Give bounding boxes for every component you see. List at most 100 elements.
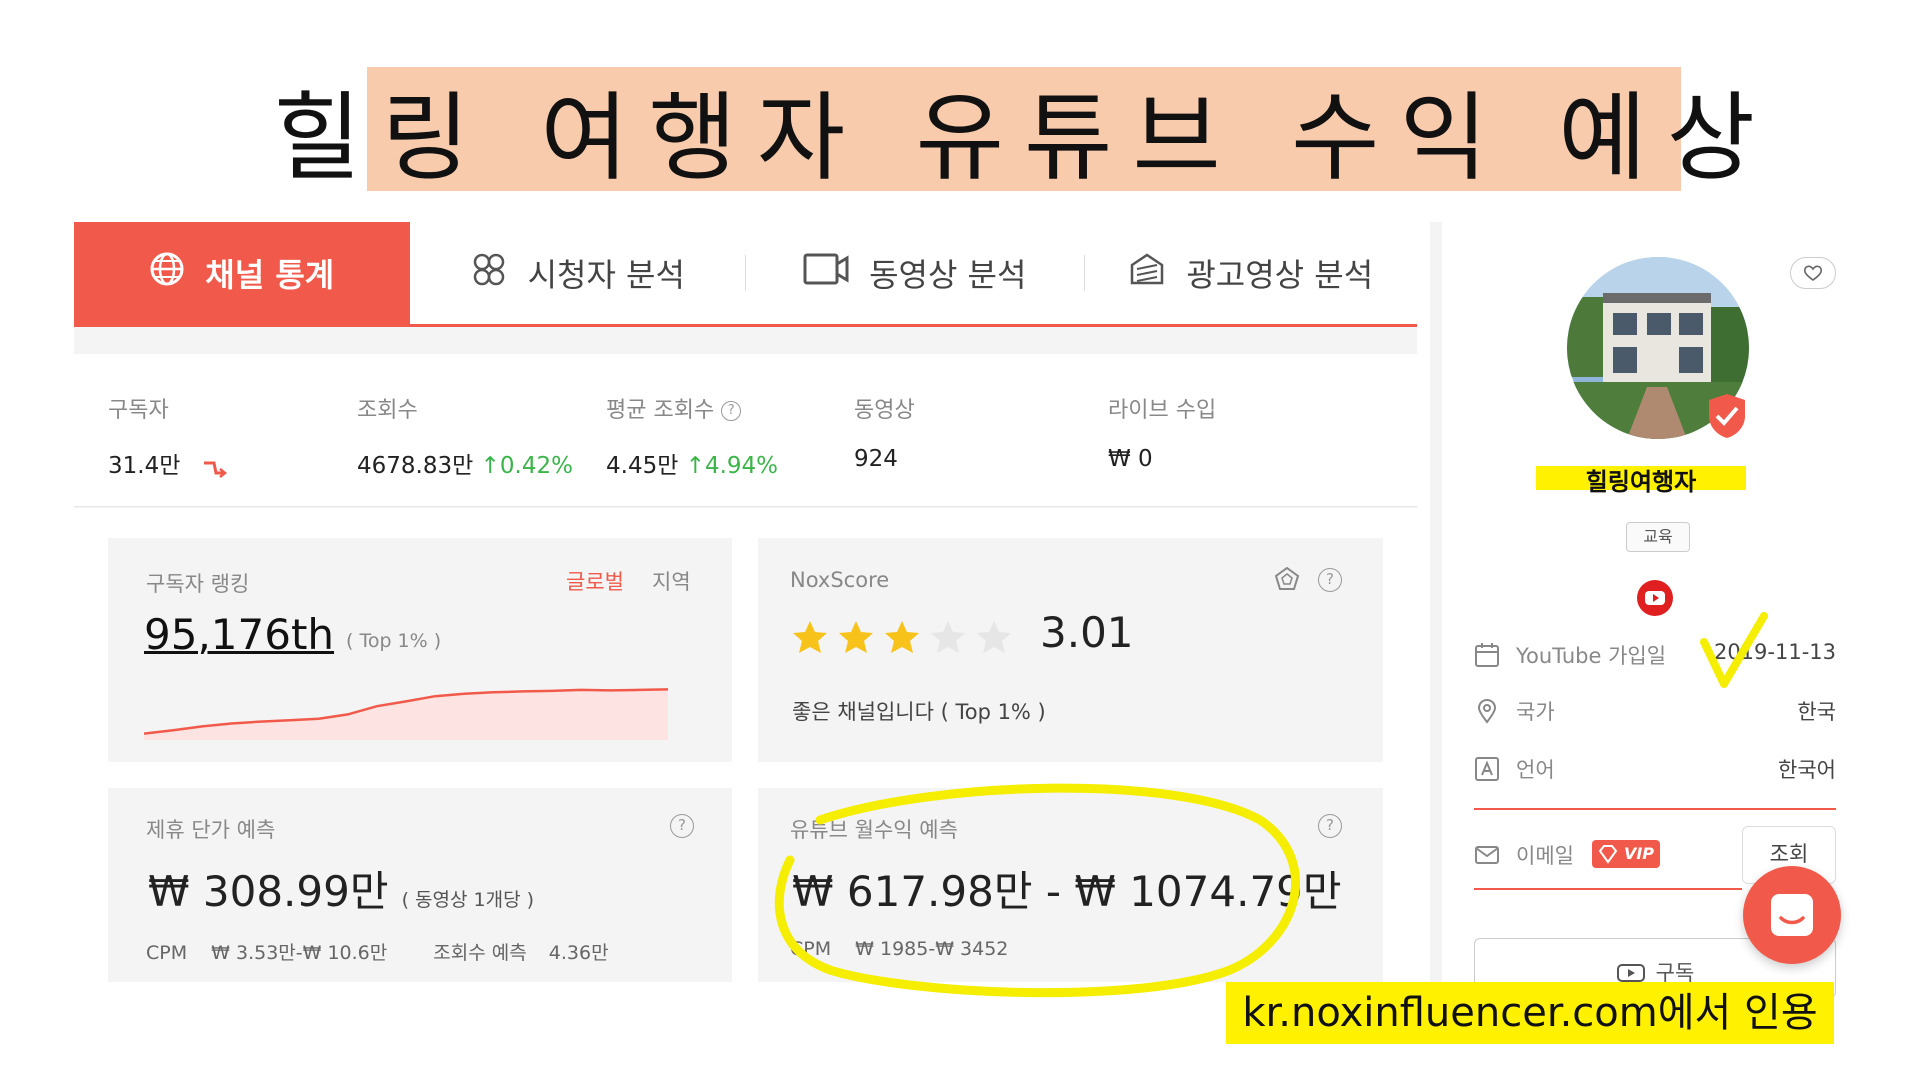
tab-audience[interactable]: 시청자 분석: [410, 222, 746, 324]
card-label: 구독자 랭킹: [146, 572, 250, 596]
language-label: 언어: [1516, 758, 1555, 782]
country-value: 한국: [1797, 700, 1836, 724]
stat-subscribers: 구독자 31.4만: [108, 392, 228, 480]
views-forecast-label: 조회수 예측: [433, 942, 527, 964]
rank-trend-area: [144, 689, 668, 740]
email-row: 이메일 VIP: [1474, 838, 1724, 872]
star-filled-icon: [885, 621, 919, 653]
category-tag[interactable]: 교육: [1626, 522, 1690, 552]
stat-value: ₩ 0: [1108, 446, 1153, 472]
trend-down-icon: [202, 453, 228, 479]
stat-views: 조회수 4678.83만 ↑0.42%: [357, 392, 573, 480]
tab-region[interactable]: 지역: [652, 566, 691, 596]
youtube-icon[interactable]: [1637, 580, 1673, 616]
gap: [732, 508, 758, 988]
gap: [1383, 508, 1417, 988]
tab-label: 동영상 분석: [869, 256, 1027, 294]
help-icon[interactable]: ?: [670, 814, 694, 838]
cpm-value: ₩ 3.53만-₩ 10.6만: [211, 942, 388, 964]
tab-video[interactable]: 동영상 분석: [746, 222, 1084, 324]
stat-value: 31.4만: [108, 453, 181, 479]
tab-channel-stats[interactable]: 채널 통계: [74, 222, 410, 324]
verified-shield-icon: [1705, 392, 1749, 440]
stat-avg-views: 평균 조회수 ? 4.45만 ↑4.94%: [606, 392, 778, 480]
rank-value: 95,176th: [144, 610, 335, 659]
tab-label: 광고영상 분석: [1186, 256, 1374, 294]
help-icon[interactable]: ?: [1318, 568, 1342, 592]
tab-global[interactable]: 글로벌: [566, 566, 624, 596]
title-banner: 힐링 여행자 유튜브 수익 예상: [273, 67, 1755, 194]
partner-price-card: 제휴 단가 예측 ? ₩ 308.99만 ( 동영상 1개당 ) CPM ₩ 3…: [108, 788, 732, 982]
stat-label: 조회수: [357, 398, 418, 423]
location-pin-icon: [1474, 698, 1500, 724]
source-caption: kr.noxinfluencer.com에서 인용: [1226, 982, 1834, 1044]
gap: [74, 508, 108, 988]
partner-price-unit: ( 동영상 1개당 ): [401, 889, 535, 911]
sidebar-divider: [1430, 222, 1442, 992]
arrow-up-icon: ↑: [480, 453, 500, 479]
subscriber-rank-card: 구독자 랭킹 글로벌 지역 95,176th ( Top 1% ): [108, 538, 732, 762]
diamond-icon: [1598, 844, 1618, 873]
rank-trend-chart: [144, 688, 668, 740]
page-title: 힐링 여행자 유튜브 수익 예상: [273, 81, 1775, 194]
help-icon[interactable]: ?: [1318, 814, 1342, 838]
vip-label: VIP: [1623, 844, 1654, 863]
highlight-circle: [774, 783, 1300, 998]
section-divider: [1474, 888, 1742, 890]
stat-videos: 동영상 924: [854, 392, 915, 472]
star-rating: [792, 620, 1012, 654]
rank-top: ( Top 1% ): [346, 630, 442, 652]
check-annotation: [1700, 612, 1768, 688]
language-row: 언어 한국어: [1474, 752, 1836, 786]
calendar-icon: [1474, 642, 1500, 668]
chat-icon: [1771, 894, 1813, 936]
joined-row: YouTube 가입일 2019-11-13: [1474, 638, 1836, 672]
channel-name: 힐링여행자: [1585, 468, 1697, 496]
tab-label: 시청자 분석: [527, 256, 685, 294]
noxscore-card: NoxScore ? 3.01 좋은 채널입니다 ( Top 1% ): [758, 538, 1383, 762]
stat-change: 0.42%: [499, 453, 573, 479]
vip-badge[interactable]: VIP: [1592, 840, 1660, 868]
star-filled-icon: [839, 621, 873, 653]
pentagon-icon[interactable]: [1274, 566, 1300, 596]
joined-label: YouTube 가입일: [1516, 644, 1667, 668]
stat-label: 라이브 수입: [1108, 398, 1217, 423]
stats-row: 구독자 31.4만 조회수 4678.83만 ↑0.42% 평균 조회수 ? 4…: [74, 354, 1417, 507]
stat-change: 4.94%: [704, 453, 779, 479]
stat-value: 924: [854, 446, 898, 472]
cpm-label: CPM: [146, 942, 188, 964]
stat-live-income: 라이브 수입 ₩ 0: [1108, 392, 1216, 472]
ad-icon: [1128, 251, 1166, 296]
email-label: 이메일: [1516, 844, 1574, 868]
language-value: 한국어: [1778, 758, 1836, 782]
partner-price-value: ₩ 308.99만: [148, 867, 389, 916]
audience-icon: [470, 251, 508, 296]
noxscore-value: 3.01: [1040, 608, 1134, 657]
views-forecast-value: 4.36만: [548, 942, 609, 964]
tab-label: 채널 통계: [205, 256, 335, 294]
stat-label: 구독자: [108, 398, 169, 423]
tab-ad-video[interactable]: 광고영상 분석: [1085, 222, 1418, 324]
tab-bar: 채널 통계 시청자 분석 동영상 분석 광고영상 분석: [74, 222, 1417, 327]
arrow-up-icon: ↑: [685, 453, 705, 479]
card-label: 제휴 단가 예측: [146, 818, 276, 842]
card-label: NoxScore: [790, 568, 890, 592]
country-row: 국가 한국: [1474, 694, 1836, 728]
stat-value: 4.45만: [606, 453, 679, 479]
help-icon[interactable]: ?: [721, 401, 742, 421]
heart-icon: [1804, 265, 1822, 281]
stat-label: 동영상: [854, 398, 915, 423]
language-icon: [1474, 756, 1500, 782]
country-label: 국가: [1516, 700, 1555, 724]
star-filled-icon: [793, 621, 827, 653]
noxscore-desc: 좋은 채널입니다 ( Top 1% ): [792, 700, 1046, 724]
star-empty-icon: [931, 621, 965, 653]
section-divider: [1474, 808, 1836, 810]
globe-icon: [149, 251, 185, 296]
stat-label: 평균 조회수: [606, 398, 715, 423]
video-icon: [803, 252, 849, 295]
star-empty-icon: [977, 621, 1011, 653]
chat-button[interactable]: [1743, 866, 1841, 964]
mail-icon: [1474, 842, 1500, 868]
favorite-heart-button[interactable]: [1790, 257, 1836, 289]
